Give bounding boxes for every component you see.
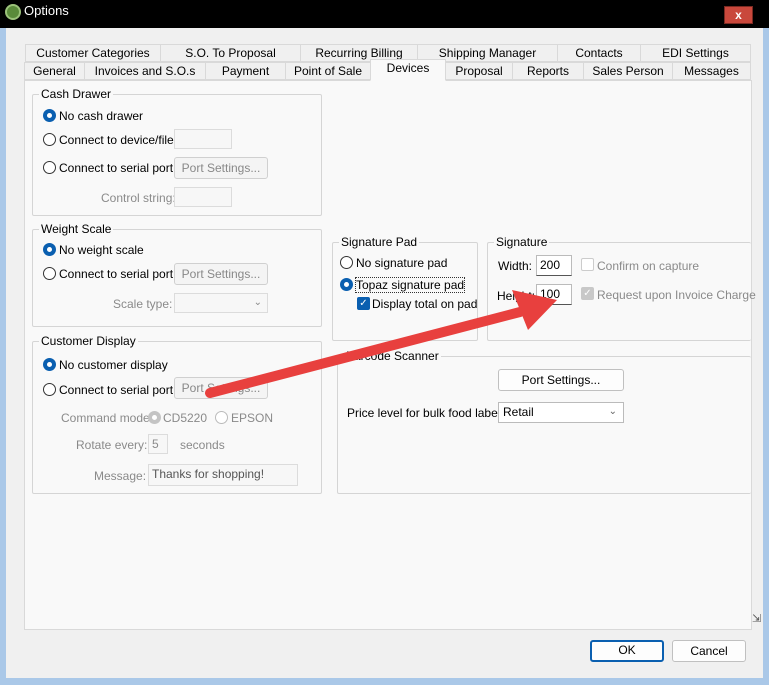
window-title: Options [24,3,69,18]
chevron-down-icon: ⌄ [608,406,617,417]
device-file-label: Connect to device/file: [59,133,178,147]
group-title: Barcode Scanner [344,349,441,363]
group-title: Weight Scale [39,222,114,236]
tab-invoices-sos[interactable]: Invoices and S.O.s [84,62,206,80]
group-title: Signature Pad [339,235,420,249]
display-port-settings-button[interactable]: Port Settings... [174,377,268,399]
no-signature-pad-radio[interactable] [340,256,353,269]
no-weight-scale-label: No weight scale [59,243,144,257]
tab-sales-person[interactable]: Sales Person [583,62,673,80]
scale-serial-label: Connect to serial port: [59,267,177,281]
tab-messages[interactable]: Messages [672,62,751,80]
tab-point-of-sale[interactable]: Point of Sale [285,62,371,80]
tab-reports[interactable]: Reports [512,62,584,80]
display-serial-label: Connect to serial port: [59,383,177,397]
device-file-radio[interactable] [43,133,56,146]
message-label: Message: [94,469,147,483]
tab-customer-categories[interactable]: Customer Categories [25,44,161,62]
tab-contacts[interactable]: Contacts [557,44,641,62]
scale-type-label: Scale type: [113,297,173,311]
tab-devices[interactable]: Devices [370,59,446,81]
title-bar: Options x [0,0,769,28]
device-file-input[interactable] [174,129,232,149]
cd5220-radio[interactable] [148,411,161,424]
no-cash-drawer-radio[interactable] [43,109,56,122]
command-mode-label: Command mode: [61,411,154,425]
message-input[interactable]: Thanks for shopping! [148,464,298,486]
seconds-label: seconds [180,438,225,452]
scale-serial-radio[interactable] [43,267,56,280]
price-level-value: Retail [503,405,534,419]
request-invoice-charge-checkbox[interactable]: ✓ [581,287,594,300]
ok-button[interactable]: OK [590,640,664,662]
scale-type-select[interactable]: ⌄ [174,293,268,313]
barcode-port-settings-button[interactable]: Port Settings... [498,369,624,391]
epson-label: EPSON [231,411,274,425]
tab-so-to-proposal[interactable]: S.O. To Proposal [160,44,301,62]
no-cash-drawer-label: No cash drawer [59,109,144,123]
cancel-button[interactable]: Cancel [672,640,746,662]
scale-port-settings-button[interactable]: Port Settings... [174,263,268,285]
price-level-label: Price level for bulk food label: [347,406,504,420]
chevron-down-icon: ⌄ [253,297,262,308]
tab-proposal[interactable]: Proposal [445,62,513,80]
width-label: Width: [498,259,533,273]
no-customer-display-label: No customer display [59,358,168,372]
group-title: Customer Display [39,334,138,348]
confirm-capture-label: Confirm on capture [597,259,700,273]
rotate-every-label: Rotate every: [76,438,148,452]
control-string-input[interactable] [174,187,232,207]
no-customer-display-radio[interactable] [43,358,56,371]
display-total-checkbox[interactable]: ✓ [357,297,370,310]
epson-radio[interactable] [215,411,228,424]
width-input[interactable]: 200 [536,255,572,276]
topaz-radio[interactable] [340,278,353,291]
app-icon [5,4,21,20]
request-invoice-charge-label: Request upon Invoice Charge [597,288,756,302]
height-input[interactable]: 100 [536,284,572,305]
tab-general[interactable]: General [24,62,85,80]
topaz-label: Topaz signature pad [354,277,466,293]
control-string-label: Control string: [101,191,176,205]
no-weight-scale-radio[interactable] [43,243,56,256]
resize-grip-icon[interactable]: ⇲ [752,612,761,625]
tab-edi-settings[interactable]: EDI Settings [640,44,751,62]
no-signature-pad-label: No signature pad [356,256,448,270]
group-title: Signature [494,235,550,249]
tab-payment[interactable]: Payment [205,62,286,80]
rotate-every-input[interactable]: 5 [148,434,168,454]
cd5220-label: CD5220 [163,411,208,425]
height-label: Height: [497,289,536,303]
confirm-capture-checkbox[interactable] [581,258,594,271]
display-serial-radio[interactable] [43,383,56,396]
cash-serial-radio[interactable] [43,161,56,174]
cash-serial-label: Connect to serial port: [59,161,177,175]
cash-port-settings-button[interactable]: Port Settings... [174,157,268,179]
close-button[interactable]: x [724,6,753,24]
group-title: Cash Drawer [39,87,114,101]
display-total-label: Display total on pad [372,297,478,311]
price-level-select[interactable]: Retail ⌄ [498,402,624,423]
